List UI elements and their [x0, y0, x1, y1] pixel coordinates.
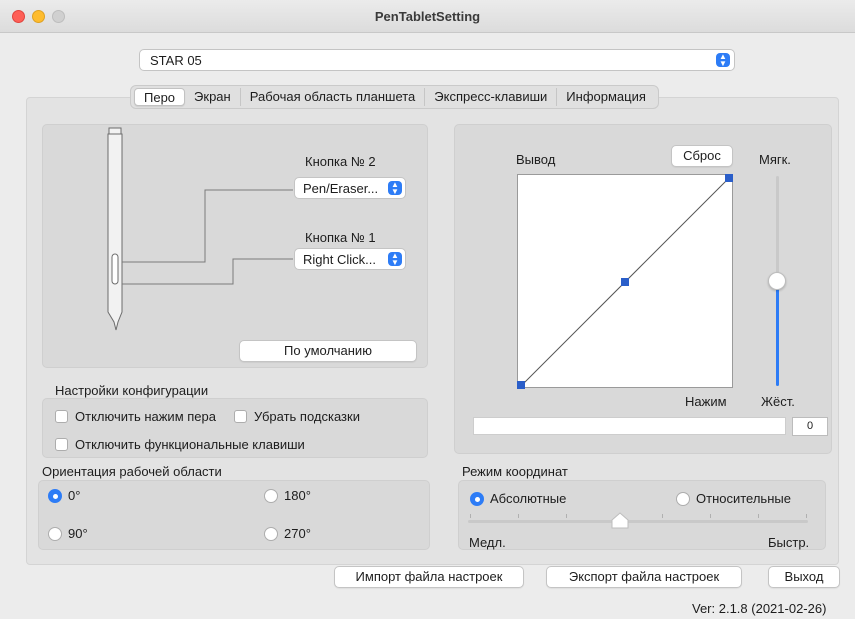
orientation-title: Ориентация рабочей области [42, 464, 222, 479]
slow-label: Медл. [469, 535, 506, 550]
orientation-180-label: 180° [284, 488, 311, 503]
checkbox-box [234, 410, 247, 423]
speed-slider-track [468, 520, 808, 523]
pen-icon [107, 127, 123, 331]
hard-label: Жёст. [761, 394, 795, 409]
soft-label: Мягк. [759, 152, 791, 167]
orientation-0-radio[interactable]: 0° [48, 488, 80, 503]
speed-slider-tick [470, 514, 471, 518]
speed-slider-tick [518, 514, 519, 518]
export-settings-button[interactable]: Экспорт файла настроек [546, 566, 742, 588]
orientation-90-radio[interactable]: 90° [48, 526, 88, 541]
orientation-270-radio[interactable]: 270° [264, 526, 311, 541]
reset-button[interactable]: Сброс [671, 145, 733, 167]
radio-dot [48, 526, 62, 541]
orientation-90-label: 90° [68, 526, 88, 541]
radio-dot [470, 491, 484, 506]
updown-chevron-icon: ▲ ▼ [388, 181, 402, 196]
fast-label: Быстр. [768, 535, 810, 550]
sensitivity-slider-fill [776, 281, 779, 386]
speed-slider-knob[interactable] [610, 512, 630, 530]
button2-value: Pen/Eraser... [303, 181, 379, 196]
pressure-bar [473, 417, 786, 435]
disable-pen-press-label: Отключить нажим пера [75, 409, 216, 424]
orientation-0-label: 0° [68, 488, 81, 503]
relative-mode-label: Относительные [696, 491, 791, 506]
absolute-mode-radio[interactable]: Абсолютные [470, 491, 566, 506]
updown-chevron-icon: ▲ ▼ [388, 252, 402, 267]
curve-handle-mid[interactable] [621, 278, 629, 286]
button1-label: Кнопка № 1 [305, 230, 376, 245]
import-settings-button[interactable]: Импорт файла настроек [334, 566, 524, 588]
speed-slider-tick [566, 514, 567, 518]
button1-value: Right Click... [303, 252, 376, 267]
radio-dot [264, 526, 278, 541]
speed-slider-tick [758, 514, 759, 518]
button2-label: Кнопка № 2 [305, 154, 376, 169]
press-label: Нажим [685, 394, 727, 409]
pressure-value: 0 [792, 417, 828, 436]
radio-dot [676, 491, 690, 506]
orientation-group [38, 480, 430, 550]
default-button[interactable]: По умолчанию [239, 340, 417, 362]
disable-pen-press-checkbox[interactable]: Отключить нажим пера [55, 409, 216, 424]
sensitivity-slider-knob[interactable] [768, 272, 786, 290]
hide-hints-label: Убрать подсказки [254, 409, 360, 424]
button2-select[interactable]: Pen/Eraser... ▲ ▼ [294, 177, 406, 199]
coords-title: Режим координат [462, 464, 568, 479]
curve-handle-low[interactable] [517, 381, 525, 389]
speed-slider-tick [806, 514, 807, 518]
speed-slider-tick [710, 514, 711, 518]
output-label: Вывод [516, 152, 556, 167]
button2-connector [122, 189, 293, 263]
relative-mode-radio[interactable]: Относительные [676, 491, 791, 506]
hide-hints-checkbox[interactable]: Убрать подсказки [234, 409, 360, 424]
button1-select[interactable]: Right Click... ▲ ▼ [294, 248, 406, 270]
speed-slider-tick [662, 514, 663, 518]
exit-button[interactable]: Выход [768, 566, 840, 588]
checkbox-box [55, 410, 68, 423]
orientation-270-label: 270° [284, 526, 311, 541]
version-label: Ver: 2.1.8 (2021-02-26) [692, 601, 827, 616]
curve-handle-high[interactable] [725, 174, 733, 182]
config-title: Настройки конфигурации [55, 383, 209, 398]
radio-dot [48, 488, 62, 503]
checkbox-box [55, 438, 68, 451]
absolute-mode-label: Абсолютные [490, 491, 567, 506]
disable-function-keys-label: Отключить функциональные клавиши [75, 437, 305, 452]
disable-function-keys-checkbox[interactable]: Отключить функциональные клавиши [55, 437, 305, 452]
orientation-180-radio[interactable]: 180° [264, 488, 311, 503]
radio-dot [264, 488, 278, 503]
button1-connector [122, 258, 293, 285]
